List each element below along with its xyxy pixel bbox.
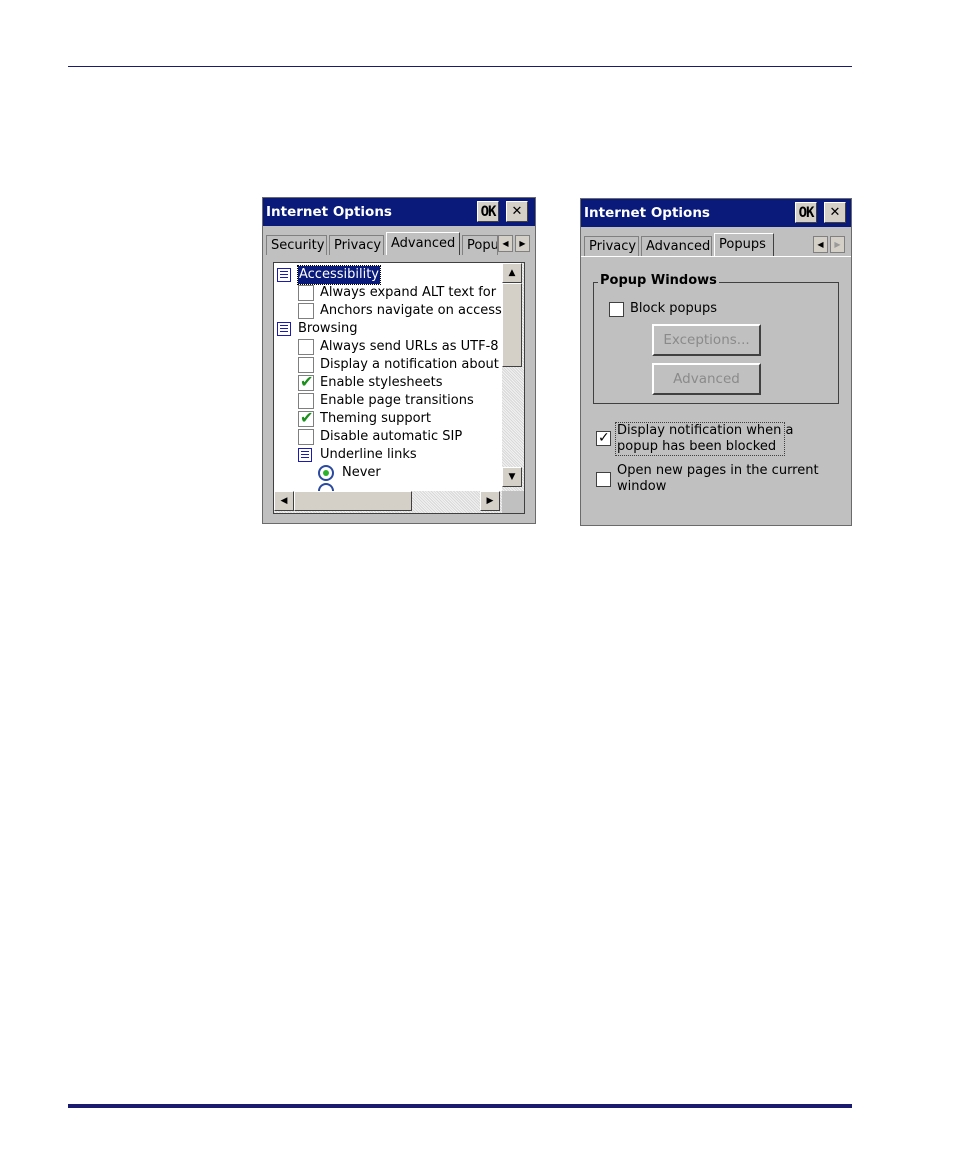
radio-selected-icon [323,470,329,476]
tab-scroll-left-icon[interactable]: ◀ [498,235,513,252]
tab-security[interactable]: Security [266,235,327,255]
header-rule [68,66,852,67]
close-button[interactable]: ✕ [824,202,846,223]
close-button[interactable]: ✕ [506,201,528,222]
radio-button[interactable] [318,465,334,481]
window-title: Internet Options [584,205,710,221]
scrollbar-corner [502,491,524,513]
internet-options-advanced-window: Internet Options OK ✕ Security Privacy A… [262,197,536,524]
list-item-label: Anchors navigate on access l [320,303,510,318]
display-notification-checkbox[interactable]: ✓ [596,430,611,446]
display-notification-label-line2[interactable]: popup has been blocked [617,439,776,455]
scroll-right-icon[interactable]: ▶ [480,491,500,511]
list-item-label: Accessibility [297,265,381,285]
title-bar: Internet Options OK ✕ [263,198,535,226]
open-new-pages-label-line2[interactable]: window [617,479,666,495]
checkbox[interactable]: ✔ [298,372,314,391]
tab-advanced[interactable]: Advanced [386,232,460,255]
category-icon [277,268,291,282]
list-item-label: Always expand ALT text for [320,285,497,300]
checkmark-icon: ✓ [598,430,610,446]
list-item-label: Enable page transitions [320,393,474,408]
list-item-label: Display a notification about e [320,357,512,372]
checkbox[interactable] [298,393,314,409]
footer-rule [68,1104,852,1108]
category-icon [298,448,312,462]
checkbox[interactable] [298,357,314,373]
tab-scroll-right-icon[interactable]: ▶ [515,235,530,252]
tab-privacy[interactable]: Privacy [584,236,639,256]
list-item-label: Browsing [298,321,358,336]
internet-options-popups-window: Internet Options OK ✕ Privacy Advanced P… [580,198,852,526]
checkbox[interactable] [298,429,314,445]
tab-privacy[interactable]: Privacy [329,235,384,255]
tab-popups[interactable]: Popups [714,233,774,256]
checkbox[interactable] [298,303,314,319]
advanced-button: Advanced [652,363,761,395]
list-item-label: Enable stylesheets [320,375,443,390]
scroll-up-icon[interactable]: ▲ [502,263,522,283]
block-popups-checkbox[interactable] [609,302,624,317]
tab-scroll-right-icon: ▶ [830,236,845,253]
display-notification-label-line1[interactable]: Display notification when a [617,423,794,439]
list-item-label: Always send URLs as UTF-8 [320,339,499,354]
advanced-settings-list[interactable]: Accessibility Always expand ALT text for… [273,262,525,514]
checkbox[interactable] [298,339,314,355]
tab-advanced[interactable]: Advanced [641,236,712,256]
list-item-label: Disable automatic SIP [320,429,463,444]
popup-windows-group: Popup Windows Block popups Exceptions...… [593,273,839,404]
checkmark-icon: ✔ [300,408,314,427]
ok-button[interactable]: OK [477,201,499,222]
horizontal-scroll-thumb[interactable] [294,491,412,511]
exceptions-button: Exceptions... [652,324,761,356]
checkbox[interactable]: ✔ [298,408,314,427]
list-item-label: Underline links [320,447,417,462]
window-title: Internet Options [266,204,392,220]
tab-panel-border [581,256,851,257]
block-popups-label[interactable]: Block popups [630,301,717,317]
category-icon [277,322,291,336]
scroll-left-icon[interactable]: ◀ [274,491,294,511]
vertical-scroll-thumb[interactable] [502,283,522,367]
checkbox[interactable] [298,285,314,301]
list-item-label: Theming support [320,411,431,426]
open-new-pages-checkbox[interactable] [596,472,611,487]
group-title: Popup Windows [598,273,719,288]
checkmark-icon: ✔ [300,372,314,391]
tab-popups[interactable]: Popu [462,235,498,255]
title-bar: Internet Options OK ✕ [581,199,851,227]
scroll-down-icon[interactable]: ▼ [502,467,522,487]
tab-scroll-left-icon[interactable]: ◀ [813,236,828,253]
list-item-label: Never [342,465,381,480]
open-new-pages-label-line1[interactable]: Open new pages in the current [617,463,819,479]
ok-button[interactable]: OK [795,202,817,223]
